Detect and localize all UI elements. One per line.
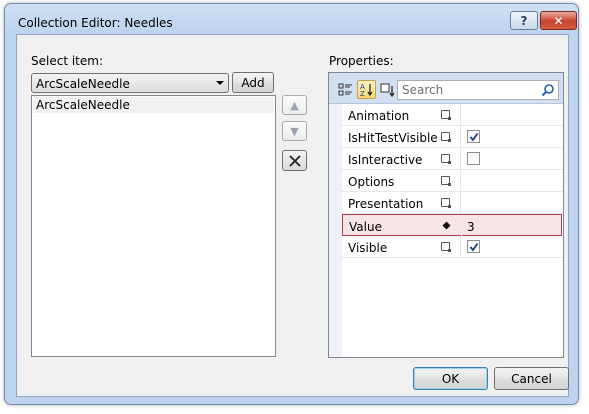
items-listbox[interactable]: ArcScaleNeedle: [31, 95, 276, 357]
column-divider: [460, 192, 461, 213]
property-toolbar: A Z: [329, 73, 563, 104]
column-divider: [460, 170, 461, 191]
property-row-presentation[interactable]: Presentation: [342, 192, 563, 214]
combo-value: ArcScaleNeedle: [36, 77, 130, 91]
list-item-label: ArcScaleNeedle: [36, 98, 130, 112]
svg-text:Z: Z: [360, 90, 365, 97]
column-divider: [461, 215, 462, 236]
property-name: Value: [349, 220, 382, 234]
search-icon[interactable]: [541, 83, 555, 97]
property-marker-icon[interactable]: [438, 107, 453, 122]
checkmark-icon: [469, 132, 478, 141]
move-down-button[interactable]: ▼: [282, 121, 307, 141]
select-item-label: Select item:: [31, 54, 103, 68]
window-title: Collection Editor: Needles: [18, 16, 173, 30]
property-marker-icon[interactable]: [438, 151, 453, 166]
alphabetical-sort-icon[interactable]: A Z: [357, 80, 376, 99]
property-name: IsHitTestVisible: [348, 131, 438, 145]
property-row-options[interactable]: Options: [342, 170, 563, 192]
list-item[interactable]: ArcScaleNeedle: [33, 97, 274, 113]
column-divider: [460, 148, 461, 169]
property-view-icon[interactable]: [378, 80, 397, 99]
close-button[interactable]: ✕: [540, 11, 577, 30]
delete-button[interactable]: [282, 150, 307, 171]
property-row-isinteractive[interactable]: IsInteractive: [342, 148, 563, 170]
delete-x-icon: [288, 154, 301, 167]
property-checkbox[interactable]: [467, 130, 480, 143]
property-view-glyph: [380, 83, 395, 97]
property-name: Options: [348, 175, 395, 189]
property-marker-icon[interactable]: [438, 195, 453, 210]
property-name: Visible: [348, 241, 388, 255]
search-input[interactable]: [398, 81, 538, 99]
property-gutter: [329, 104, 342, 357]
dialog-window: Collection Editor: Needles ? ✕ Select it…: [4, 3, 579, 405]
property-marker-icon[interactable]: [438, 239, 453, 254]
chevron-down-icon: [216, 81, 224, 85]
property-row-ishittestvisible[interactable]: IsHitTestVisible: [342, 126, 563, 148]
checkmark-icon: [469, 242, 478, 251]
categorized-icon[interactable]: [336, 80, 355, 99]
properties-label: Properties:: [329, 54, 394, 68]
property-row-animation[interactable]: Animation: [342, 104, 563, 126]
add-button[interactable]: Add: [232, 72, 274, 93]
property-grid: A Z Search Animation IsHitTestVisible Is…: [328, 72, 564, 358]
ok-button[interactable]: OK: [413, 367, 488, 390]
property-marker-icon[interactable]: [438, 173, 453, 188]
property-checkbox[interactable]: [467, 152, 480, 165]
alphabetical-glyph: A Z: [360, 83, 373, 97]
property-checkbox[interactable]: [467, 240, 480, 253]
property-value[interactable]: 3: [467, 220, 475, 234]
move-up-button[interactable]: ▲: [282, 95, 307, 115]
property-search-box[interactable]: [397, 80, 559, 100]
arrow-up-icon: ▲: [290, 98, 299, 112]
categorized-glyph: [338, 83, 352, 96]
arrow-down-icon: ▼: [290, 124, 299, 138]
dialog-client: Select item: ArcScaleNeedle Add ArcScale…: [16, 34, 569, 397]
column-divider: [460, 126, 461, 147]
property-row-visible[interactable]: Visible: [342, 236, 563, 258]
property-marker-diamond-icon[interactable]: [439, 218, 454, 233]
property-marker-icon[interactable]: [438, 129, 453, 144]
cancel-button[interactable]: Cancel: [494, 367, 569, 390]
property-row-value[interactable]: Value 3: [342, 214, 562, 236]
property-name: IsInteractive: [348, 153, 423, 167]
column-divider: [460, 104, 461, 125]
column-divider: [460, 236, 461, 257]
property-name: Animation: [348, 109, 410, 123]
help-button[interactable]: ?: [510, 11, 538, 30]
property-name: Presentation: [348, 197, 424, 211]
item-type-combo[interactable]: ArcScaleNeedle: [31, 73, 229, 93]
